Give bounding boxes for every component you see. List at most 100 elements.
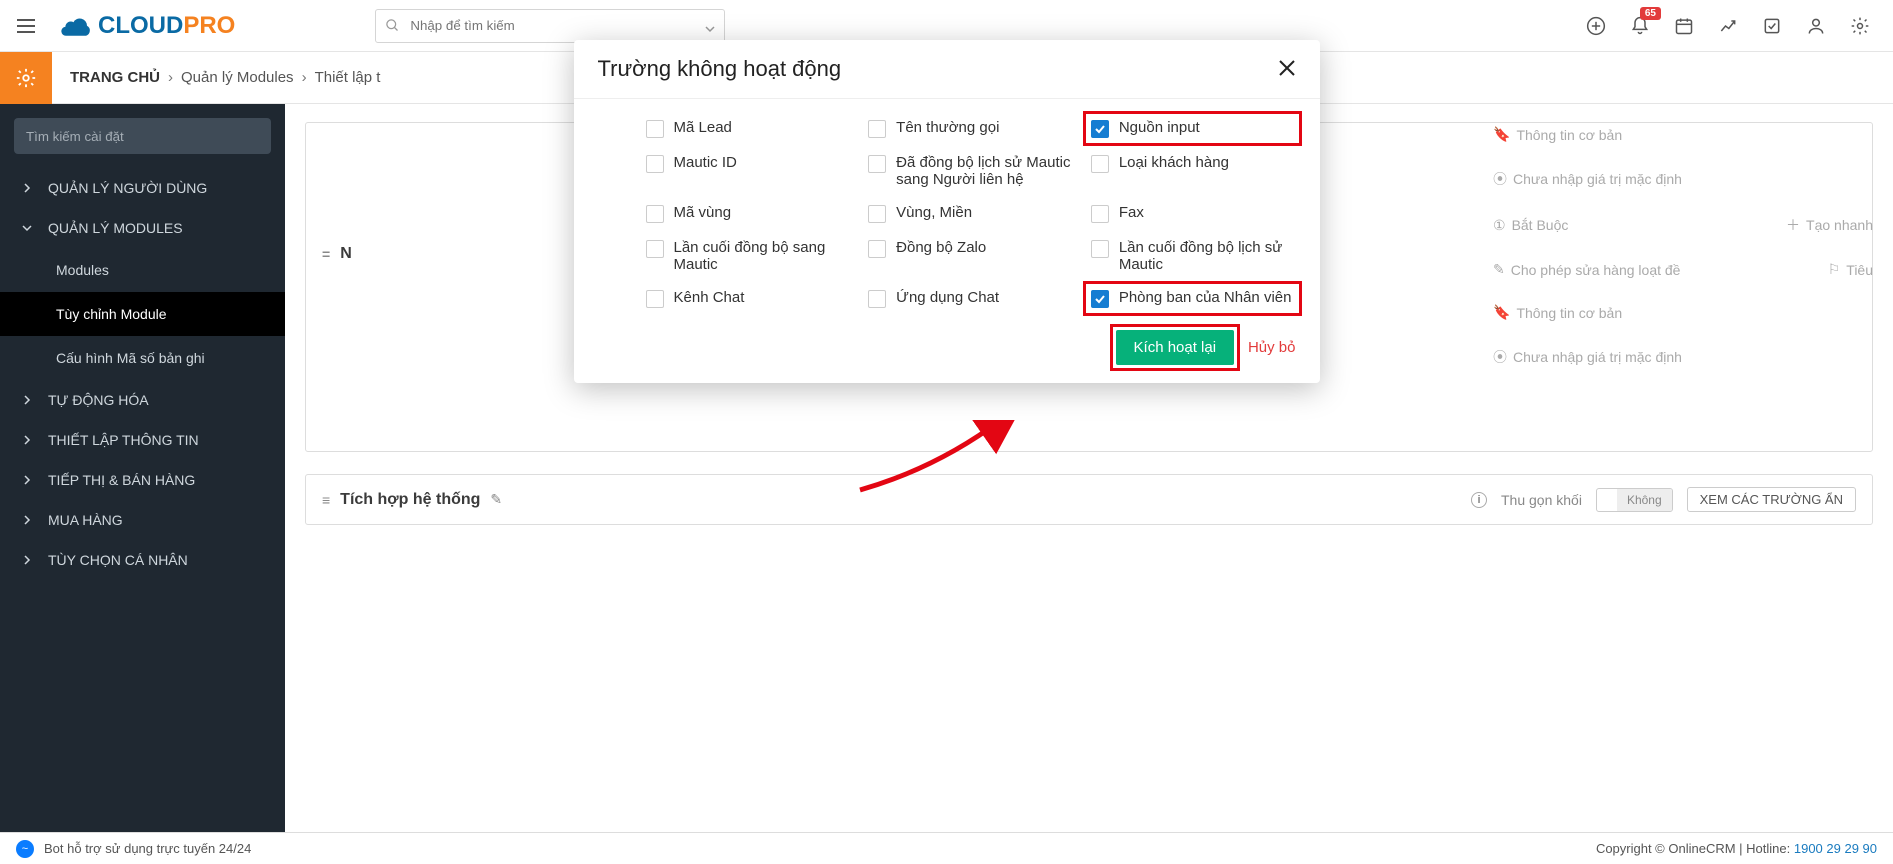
field-checkbox[interactable]: Lần cuối đồng bộ sang Mautic [644,237,851,275]
global-search [375,9,725,43]
sidebar-item[interactable]: Tùy chỉnh Module [0,292,285,336]
field-label: Vùng, Miền [896,204,972,221]
cloud-icon [60,11,98,41]
checkbox-icon [1091,155,1109,173]
field-label: Lần cuối đồng bộ sang Mautic [674,239,849,273]
field-checkbox[interactable]: Ứng dụng Chat [866,287,1073,310]
field-checkbox[interactable]: Vùng, Miền [866,202,1073,225]
field-label: Phòng ban của Nhân viên [1119,289,1292,306]
messenger-icon[interactable]: ~ [16,840,34,858]
collapse-label: Thu gọn khối [1501,492,1582,508]
checkbox-icon [1091,120,1109,138]
field-label: Fax [1119,204,1144,221]
field-label: Đồng bộ Zalo [896,239,986,256]
modal-title: Trường không hoạt động [598,56,842,82]
field-checkbox[interactable]: Mã Lead [644,117,851,140]
cancel-button[interactable]: Hủy bỏ [1248,339,1296,356]
chevron-icon [22,475,36,485]
breadcrumb-root[interactable]: TRANG CHỦ [70,69,160,86]
background-hints: 🔖 Thông tin cơ bản ⦿ Chưa nhập giá trị m… [1493,126,1873,393]
chevron-icon [22,183,36,193]
view-hidden-fields-button[interactable]: XEM CÁC TRƯỜNG ẨN [1687,487,1856,512]
checkbox-icon [646,120,664,138]
checkbox-icon [646,240,664,258]
sidebar-item[interactable]: Cấu hình Mã số bản ghi [0,336,285,380]
chevron-icon [22,223,36,233]
checkbox-icon [868,240,886,258]
sidebar-section[interactable]: TÙY CHỌN CÁ NHÂN [0,540,285,580]
chevron-icon [22,395,36,405]
field-label: Tên thường gọi [896,119,999,136]
settings-tile[interactable] [0,52,52,104]
search-icon [385,18,400,36]
task-icon[interactable] [1761,15,1783,37]
field-label: Nguồn input [1119,119,1200,136]
field-checkbox[interactable]: Đồng bộ Zalo [866,237,1073,275]
checkbox-icon [1091,290,1109,308]
collapse-toggle[interactable]: Không [1596,488,1673,512]
field-checkbox[interactable]: Fax [1089,202,1296,225]
sidebar-section[interactable]: QUẢN LÝ NGƯỜI DÙNG [0,168,285,208]
sidebar-section[interactable]: MUA HÀNG [0,500,285,540]
chevron-icon [22,555,36,565]
sidebar-search-input[interactable] [14,118,271,154]
field-checkbox[interactable]: Loại khách hàng [1089,152,1296,190]
checkbox-icon [1091,205,1109,223]
checkbox-icon [868,290,886,308]
checkbox-icon [868,120,886,138]
calendar-icon[interactable] [1673,15,1695,37]
info-icon[interactable]: i [1471,492,1487,508]
field-checkbox[interactable]: Kênh Chat [644,287,851,310]
sidebar-item[interactable]: Modules [0,248,285,292]
field-checkbox[interactable]: Phòng ban của Nhân viên [1089,287,1296,310]
chevron-down-icon[interactable] [705,21,715,37]
field-label: Ứng dụng Chat [896,289,999,306]
drag-handle-icon[interactable]: = [322,246,330,262]
breadcrumb: TRANG CHỦ › Quản lý Modules › Thiết lập … [70,69,380,86]
field-checkbox[interactable]: Mautic ID [644,152,851,190]
gear-icon[interactable] [1849,15,1871,37]
sidebar-section[interactable]: TIẾP THỊ & BÁN HÀNG [0,460,285,500]
checkbox-icon [646,205,664,223]
block-title: Tích hợp hệ thống [340,491,480,509]
footer: ~ Bot hỗ trợ sử dụng trực tuyến 24/24 Co… [0,832,1893,864]
reactivate-button[interactable]: Kích hoạt lại [1116,330,1235,365]
close-icon[interactable] [1278,59,1296,80]
field-checkbox[interactable]: Mã vùng [644,202,851,225]
sidebar-section[interactable]: QUẢN LÝ MODULES [0,208,285,248]
field-label: Mautic ID [674,154,737,171]
support-bot-label[interactable]: Bot hỗ trợ sử dụng trực tuyến 24/24 [44,841,251,856]
menu-toggle[interactable] [0,0,52,52]
inactive-fields-modal: Trường không hoạt động Mã Lead Tên thường… [574,40,1320,383]
sidebar-section[interactable]: TỰ ĐỘNG HÓA [0,380,285,420]
checkbox-icon [1091,240,1109,258]
checkbox-icon [646,155,664,173]
field-label: Loại khách hàng [1119,154,1229,171]
logo[interactable]: CLOUDPRO [60,6,235,46]
field-label: Mã vùng [674,204,732,221]
field-checkbox[interactable]: Lần cuối đồng bộ lịch sử Mautic [1089,237,1296,275]
breadcrumb-item[interactable]: Quản lý Modules [181,69,294,86]
topbar-actions: 65 [1585,15,1871,37]
chevron-icon [22,515,36,525]
field-label: Kênh Chat [674,289,745,306]
bell-icon[interactable]: 65 [1629,15,1651,37]
field-checkbox[interactable]: Tên thường gọi [866,117,1073,140]
hotline-link[interactable]: 1900 29 29 90 [1794,841,1877,856]
drag-handle-icon[interactable]: ≡ [322,492,330,508]
settings-sidebar: QUẢN LÝ NGƯỜI DÙNGQUẢN LÝ MODULESModules… [0,104,285,832]
breadcrumb-item[interactable]: Thiết lập t [315,69,381,86]
field-checkbox[interactable]: Nguồn input [1089,117,1296,140]
global-search-input[interactable] [375,9,725,43]
chart-icon[interactable] [1717,15,1739,37]
edit-icon[interactable]: ✎ [490,491,502,508]
sidebar-section[interactable]: THIẾT LẬP THÔNG TIN [0,420,285,460]
checkbox-icon [646,290,664,308]
user-icon[interactable] [1805,15,1827,37]
checkbox-icon [868,205,886,223]
field-checkbox[interactable]: Đã đồng bộ lịch sử Mautic sang Người liê… [866,152,1073,190]
field-label: Lần cuối đồng bộ lịch sử Mautic [1119,239,1294,273]
field-label: Đã đồng bộ lịch sử Mautic sang Người liê… [896,154,1071,188]
field-label: Mã Lead [674,119,732,136]
add-icon[interactable] [1585,15,1607,37]
